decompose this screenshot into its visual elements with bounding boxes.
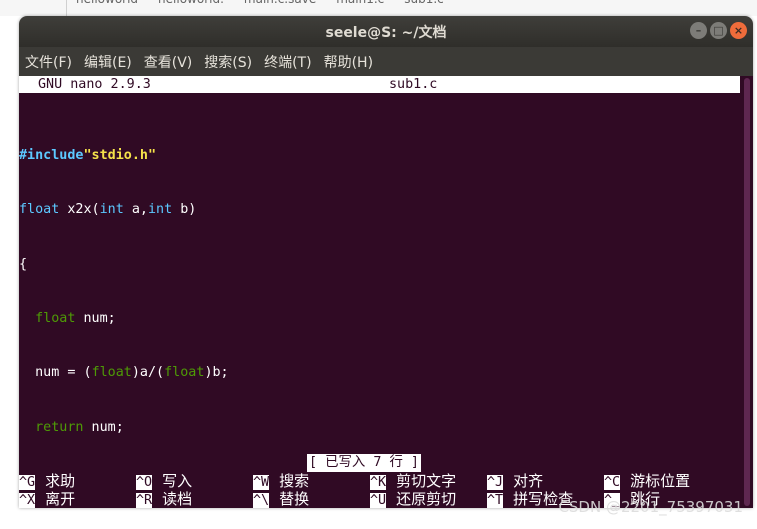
shortcut-help[interactable]: ^G 求助: [19, 472, 75, 492]
shortcut-key: ^O: [136, 475, 153, 490]
code-text: x2x(: [59, 202, 100, 218]
shortcut-label: 剪切文字: [396, 472, 457, 490]
shortcut-key: ^W: [253, 475, 270, 490]
background-tab[interactable]: main.c.save: [234, 0, 326, 8]
background-tab[interactable]: sub1.c: [394, 0, 454, 8]
nano-filename: sub1.c: [389, 77, 438, 92]
type-keyword: float: [19, 202, 60, 218]
code-line: #include"stdio.h": [19, 147, 229, 165]
shortcut-label: 替换: [279, 490, 310, 508]
shortcut-justify[interactable]: ^J 对齐: [487, 472, 543, 492]
background-tab[interactable]: helloworld.: [148, 0, 234, 8]
menu-help[interactable]: 帮助(H): [318, 52, 379, 72]
type-keyword: float: [35, 311, 76, 327]
shortcut-label: 搜索: [279, 472, 310, 490]
maximize-button[interactable]: □: [710, 22, 727, 39]
code-text: num = (: [35, 365, 92, 381]
scrollbar-thumb[interactable]: [744, 78, 750, 506]
type-keyword: int: [148, 202, 173, 218]
shortcut-key: ^K: [370, 475, 387, 490]
watermark-text: CSDN @2201_75397031: [558, 498, 743, 516]
shortcut-cursor-position[interactable]: ^C 游标位置: [604, 472, 690, 492]
type-keyword: int: [99, 202, 124, 218]
shortcut-row: ^G 求助 ^O 写入 ^W 搜索 ^K 剪切文字 ^J 对齐 ^C 游标位置: [19, 472, 739, 490]
shortcut-read-file[interactable]: ^R 读档: [136, 490, 192, 508]
include-string: "stdio.h": [83, 148, 157, 164]
background-tabs: helloworld helloworld. main.c.save main1…: [66, 0, 454, 8]
shortcut-label: 对齐: [513, 472, 544, 490]
terminal-scrollbar[interactable]: [740, 76, 753, 508]
shortcut-key: ^U: [370, 493, 387, 508]
nano-status-message: [ 已写入 7 行 ]: [307, 454, 421, 472]
menu-view[interactable]: 查看(V): [138, 52, 199, 72]
terminal-area[interactable]: GNU nano 2.9.3 sub1.c #include"stdio.h" …: [19, 76, 753, 508]
shortcut-write[interactable]: ^O 写入: [136, 472, 192, 492]
window-title: seele@S: ~/文档: [325, 25, 447, 41]
nano-version: GNU nano 2.9.3: [38, 77, 151, 92]
minimize-button[interactable]: –: [690, 22, 707, 39]
preprocessor-directive: #include: [19, 148, 84, 164]
shortcut-key: ^C: [604, 475, 621, 490]
code-line: float x2x(int a,int b): [19, 201, 229, 219]
code-line: float num;: [19, 310, 229, 328]
shortcut-label: 还原剪切: [396, 490, 457, 508]
background-window-strip: helloworld helloworld. main.c.save main1…: [0, 0, 757, 16]
code-line: return num;: [19, 419, 229, 437]
shortcut-label: 读档: [162, 490, 193, 508]
shortcut-key: ^R: [136, 493, 153, 508]
type-keyword: float: [164, 365, 205, 381]
code-text: b): [172, 202, 197, 218]
terminal-window: seele@S: ~/文档 – □ × 文件(F) 编辑(E) 查看(V) 搜索…: [19, 16, 753, 508]
shortcut-label: 求助: [45, 472, 76, 490]
background-tab[interactable]: main1.c: [326, 0, 394, 8]
window-controls: – □ ×: [690, 22, 747, 39]
shortcut-key: ^J: [487, 475, 504, 490]
close-button[interactable]: ×: [730, 22, 747, 39]
code-text: num;: [83, 419, 124, 435]
shortcut-uncut[interactable]: ^U 还原剪切: [370, 490, 456, 508]
shortcut-exit[interactable]: ^X 离开: [19, 490, 75, 508]
shortcut-label: 离开: [45, 490, 76, 508]
shortcut-replace[interactable]: ^\ 替换: [253, 490, 309, 508]
code-text: num;: [75, 311, 116, 327]
menu-search[interactable]: 搜索(S): [198, 52, 258, 72]
code-text: a,: [123, 202, 148, 218]
shortcut-key: ^X: [19, 493, 36, 508]
code-text: )a/(: [131, 365, 165, 381]
code-line: {: [19, 256, 229, 274]
menu-bar: 文件(F) 编辑(E) 查看(V) 搜索(S) 终端(T) 帮助(H): [19, 47, 753, 76]
code-text: {: [19, 256, 28, 272]
menu-terminal[interactable]: 终端(T): [258, 52, 317, 72]
shortcut-key: ^\: [253, 493, 270, 508]
return-keyword: return: [35, 419, 84, 435]
shortcut-cut[interactable]: ^K 剪切文字: [370, 472, 456, 492]
background-tab[interactable]: helloworld: [66, 0, 148, 8]
code-editor[interactable]: #include"stdio.h" float x2x(int a,int b)…: [19, 111, 229, 508]
shortcut-search[interactable]: ^W 搜索: [253, 472, 309, 492]
shortcut-key: ^T: [487, 493, 504, 508]
shortcut-label: 写入: [162, 472, 193, 490]
type-keyword: float: [91, 365, 132, 381]
code-text: )b;: [204, 365, 229, 381]
nano-header-bar: GNU nano 2.9.3 sub1.c: [19, 76, 740, 93]
shortcut-key: ^G: [19, 475, 36, 490]
code-line: num = (float)a/(float)b;: [19, 364, 229, 382]
menu-file[interactable]: 文件(F): [19, 52, 78, 72]
shortcut-label: 游标位置: [630, 472, 691, 490]
menu-edit[interactable]: 编辑(E): [78, 52, 138, 72]
title-bar[interactable]: seele@S: ~/文档 – □ ×: [19, 16, 753, 47]
